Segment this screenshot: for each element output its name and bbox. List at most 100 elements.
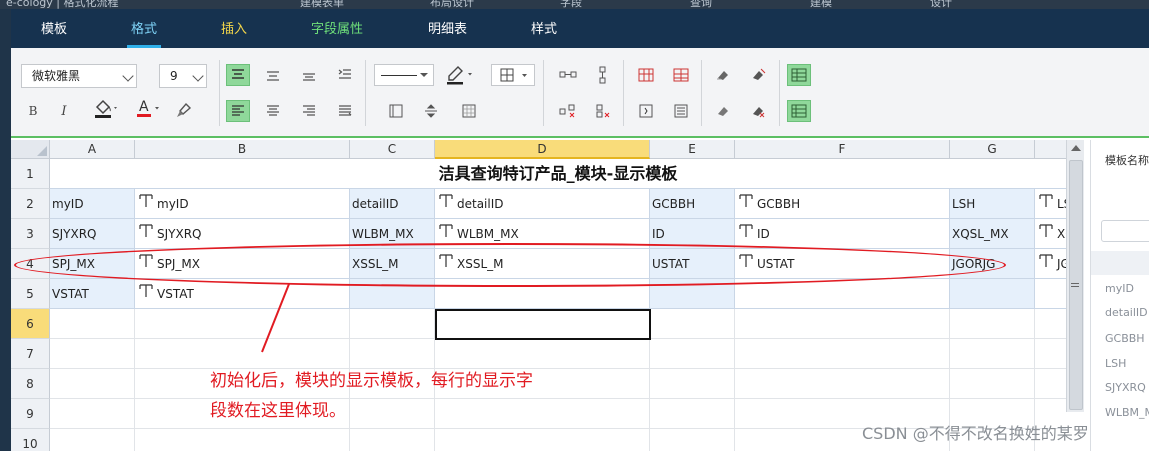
sheet-cell[interactable] [735, 309, 950, 339]
sheet-cell[interactable] [435, 339, 650, 369]
sheet-cell[interactable] [435, 429, 650, 451]
sheet-cell[interactable]: GCBBH [650, 189, 735, 219]
row-header[interactable]: 5 [11, 279, 50, 309]
align-middle-button[interactable] [261, 64, 285, 86]
column-header-a[interactable]: A [50, 140, 135, 159]
align-right-button[interactable] [297, 100, 321, 122]
sheet-cell[interactable] [135, 339, 350, 369]
clear-content-button[interactable] [746, 64, 770, 86]
insert-column-button[interactable] [634, 64, 658, 86]
menu-format[interactable]: 格式 [126, 9, 162, 48]
column-header-e[interactable]: E [650, 140, 735, 159]
column-header-d[interactable]: D [435, 140, 650, 159]
browser-tab[interactable]: 建模 [810, 0, 832, 9]
sheet-cell[interactable]: LSH [950, 189, 1035, 219]
column-header-h[interactable] [1035, 140, 1066, 159]
column-header-f[interactable]: F [735, 140, 950, 159]
sheet-cell[interactable]: USTAT [650, 249, 735, 279]
row-header[interactable]: 10 [11, 429, 50, 451]
row-header[interactable]: 3 [11, 219, 50, 249]
sheet-cell[interactable]: WLBM_MX [435, 219, 650, 249]
sheet-cell[interactable] [50, 369, 135, 399]
sheet-cell[interactable] [1035, 279, 1066, 309]
align-center-button[interactable] [261, 100, 285, 122]
browser-tab[interactable]: 查询 [690, 0, 712, 9]
align-bottom-button[interactable] [297, 64, 321, 86]
sheet-cell[interactable] [350, 309, 435, 339]
sheet-cell[interactable] [350, 279, 435, 309]
sheet-cell[interactable] [135, 429, 350, 451]
sheet-cell[interactable]: USTAT [735, 249, 950, 279]
sheet-cell[interactable]: ID [735, 219, 950, 249]
merge-h-button[interactable] [556, 64, 580, 86]
browser-tab[interactable]: 字段 [560, 0, 582, 9]
sheet-cell[interactable] [950, 309, 1035, 339]
field-list-item[interactable]: detailID [1105, 306, 1148, 319]
sheet-cell[interactable]: myID [135, 189, 350, 219]
clear-format-button[interactable] [711, 64, 735, 86]
row-header[interactable]: 8 [11, 369, 50, 399]
sheet-cell[interactable]: VSTAT [50, 279, 135, 309]
sheet-cell[interactable]: WLBM_MX [350, 219, 435, 249]
sheet-cell[interactable]: SPJ_MX [135, 249, 350, 279]
font-color-button[interactable]: A [133, 98, 163, 120]
sheet-cell[interactable]: LSH [1035, 189, 1066, 219]
template-title-cell[interactable]: 洁具查询特订产品_模块-显示模板 [50, 159, 1066, 189]
sheet-cell[interactable]: SJYXRQ [50, 219, 135, 249]
sheet-cell[interactable] [50, 429, 135, 451]
sheet-cell[interactable]: XSSL_M [435, 249, 650, 279]
sheet-cell[interactable] [650, 309, 735, 339]
browser-tab[interactable]: 布局设计 [430, 0, 474, 9]
sheet-cell[interactable] [135, 309, 350, 339]
sheet-cell[interactable]: JGORJG [1035, 249, 1066, 279]
sheet-cell[interactable]: SJYXRQ [135, 219, 350, 249]
cell-border-button[interactable] [384, 100, 408, 122]
column-header-c[interactable]: C [350, 140, 435, 159]
split-v-button[interactable] [591, 100, 615, 122]
fill-color-button[interactable] [91, 98, 121, 120]
row-header[interactable]: 6 [11, 309, 50, 339]
sheet-cell[interactable] [735, 369, 950, 399]
sheet-cell[interactable]: XQSL_MX [1035, 219, 1066, 249]
browser-tab[interactable]: e-cology | 格式化流程 [6, 0, 119, 9]
sheet-cell[interactable] [650, 399, 735, 429]
align-top-button[interactable] [226, 64, 250, 86]
sheet-cell[interactable] [735, 339, 950, 369]
column-header-g[interactable]: G [950, 140, 1035, 159]
split-h-button[interactable] [556, 100, 580, 122]
sheet-cell[interactable]: detailID [350, 189, 435, 219]
sheet-cell[interactable] [650, 369, 735, 399]
align-left-button[interactable] [226, 100, 250, 122]
sheet-cell[interactable] [50, 309, 135, 339]
sheet-cell[interactable] [350, 429, 435, 451]
scroll-up-icon[interactable] [1071, 145, 1081, 151]
vertical-scrollbar[interactable] [1066, 140, 1084, 412]
field-list-item[interactable]: SJYXRQ [1105, 381, 1146, 394]
row-header[interactable]: 7 [11, 339, 50, 369]
sheet-cell[interactable] [650, 279, 735, 309]
menu-template[interactable]: 模板 [41, 9, 67, 48]
freeze-pane-button[interactable] [787, 64, 811, 86]
format-painter-button[interactable] [171, 100, 195, 122]
row-header[interactable]: 9 [11, 399, 50, 429]
sheet-cell[interactable] [1035, 309, 1066, 339]
row-header[interactable]: 1 [11, 159, 50, 189]
sheet-cell[interactable] [50, 339, 135, 369]
menu-field-properties[interactable]: 字段属性 [311, 9, 363, 48]
sheet-cell[interactable] [1035, 339, 1066, 369]
italic-button[interactable]: I [52, 100, 76, 122]
active-cell-d6[interactable] [435, 309, 651, 340]
sheet-cell[interactable] [950, 279, 1035, 309]
bold-button[interactable]: B [21, 100, 45, 122]
sheet-cell[interactable] [735, 279, 950, 309]
merge-v-button[interactable] [591, 64, 615, 86]
clear-style-button[interactable] [746, 100, 770, 122]
sheet-cell[interactable] [650, 429, 735, 451]
sheet-cell[interactable]: ID [650, 219, 735, 249]
sheet-cell[interactable]: GCBBH [735, 189, 950, 219]
sheet-cell[interactable] [435, 279, 650, 309]
row-header[interactable]: 2 [11, 189, 50, 219]
sheet-cell[interactable] [950, 369, 1035, 399]
font-family-select[interactable]: 微软雅黑 [21, 64, 137, 88]
table-style-button[interactable] [787, 100, 811, 122]
